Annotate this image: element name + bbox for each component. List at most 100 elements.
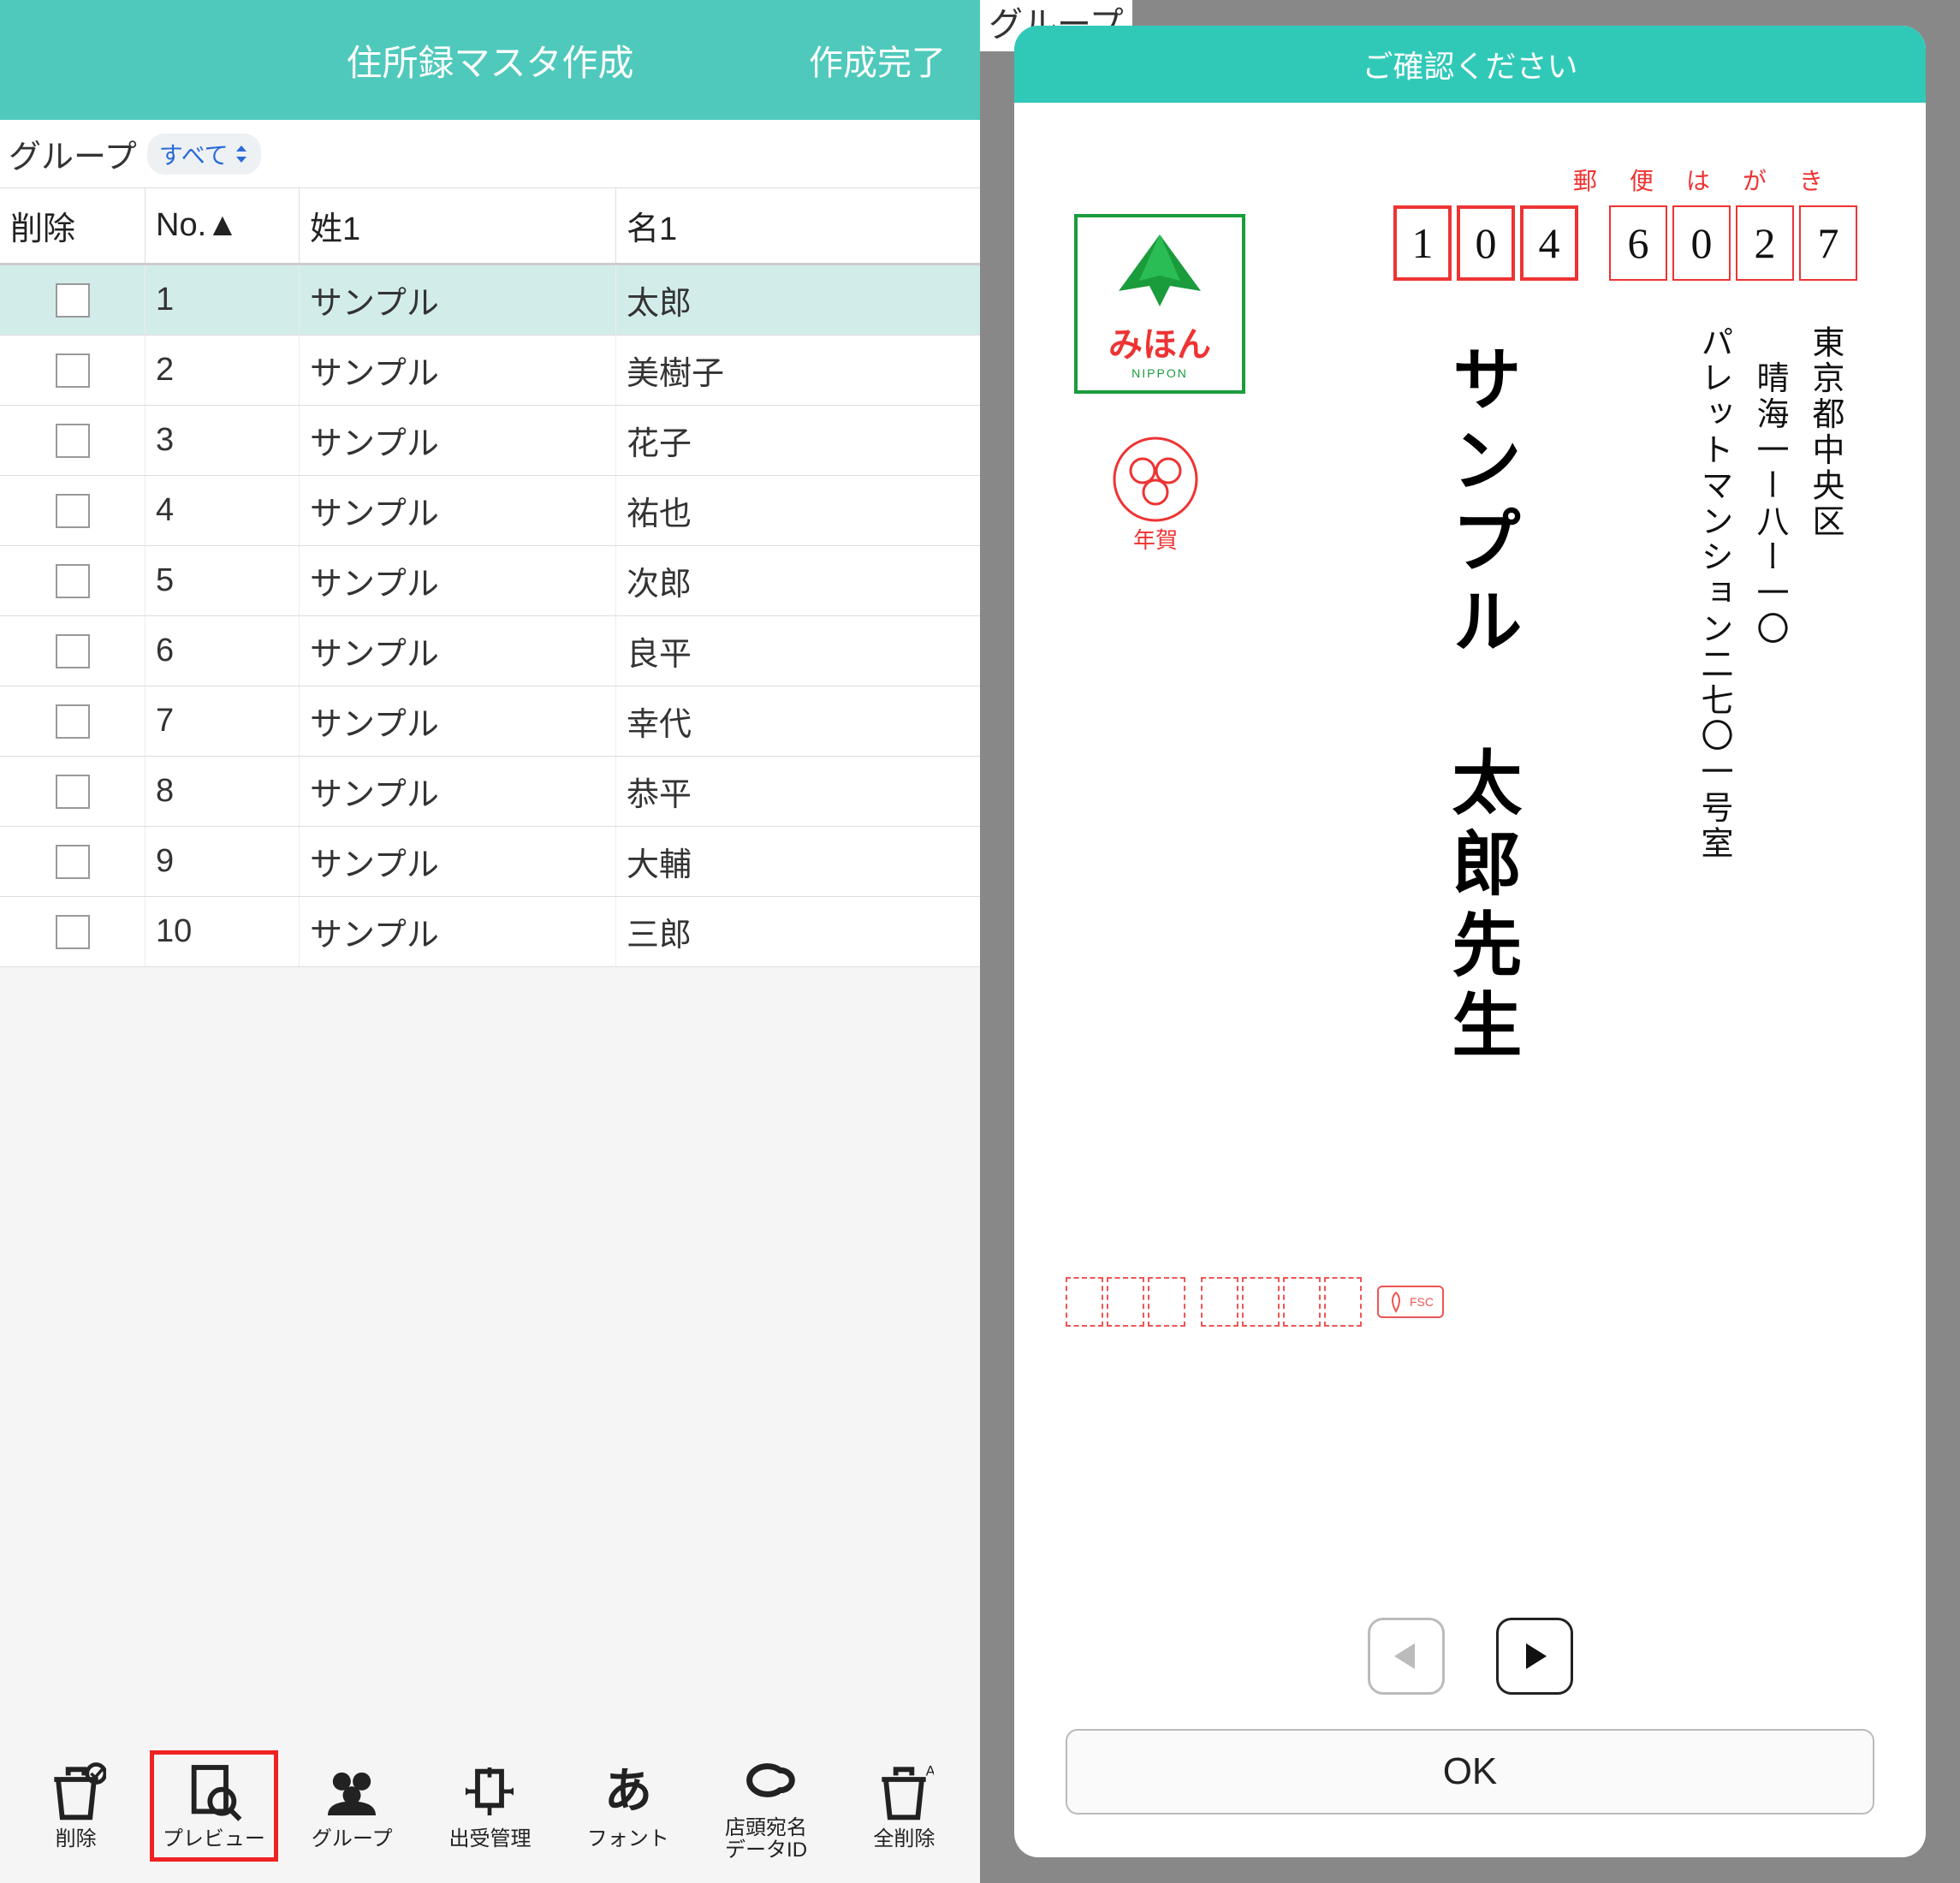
row-sei: サンプル (300, 336, 616, 405)
row-no: 1 (146, 265, 300, 335)
row-mei: 太郎 (616, 265, 980, 335)
checkbox[interactable] (56, 283, 90, 318)
row-sei: サンプル (300, 265, 616, 335)
delete-icon (46, 1761, 106, 1821)
row-sei: サンプル (300, 827, 616, 896)
confirm-modal: ご確認ください 郵便はがき 1046027 東京都中央区 晴海一ー八ー一〇パレッ… (1014, 26, 1926, 1857)
stamp-text: みほん (1108, 317, 1211, 366)
row-no: 3 (146, 406, 300, 475)
done-button[interactable]: 作成完了 (809, 35, 946, 85)
row-mei: 美樹子 (616, 336, 980, 405)
row-sei: サンプル (300, 546, 616, 615)
checkbox[interactable] (56, 915, 90, 949)
updown-icon (234, 144, 249, 164)
row-no: 6 (146, 616, 300, 686)
row-no: 4 (146, 476, 300, 545)
row-checkbox-cell (0, 757, 146, 826)
row-checkbox-cell (0, 476, 146, 545)
postal-label-char: が (1743, 163, 1767, 197)
checkbox[interactable] (56, 845, 90, 879)
sender-postal: FSC (1066, 1277, 1444, 1327)
row-mei: 花子 (616, 406, 980, 475)
postal-digit: 2 (1736, 205, 1794, 281)
postal-label-char: 郵 (1573, 163, 1597, 197)
table-row[interactable]: 2サンプル美樹子 (0, 336, 980, 406)
group-filter-row: グループ すべて (0, 120, 980, 188)
prev-button[interactable] (1368, 1618, 1445, 1695)
svg-text:ALL: ALL (926, 1763, 934, 1779)
table-row[interactable]: 6サンプル良平 (0, 616, 980, 686)
row-mei: 恭平 (616, 757, 980, 826)
crane-icon (1108, 228, 1211, 313)
table-row[interactable]: 3サンプル花子 (0, 406, 980, 476)
postal-digit: 0 (1672, 205, 1731, 281)
checkbox[interactable] (56, 424, 90, 458)
row-checkbox-cell (0, 406, 146, 475)
row-sei: サンプル (300, 476, 616, 545)
table-row[interactable]: 4サンプル祐也 (0, 476, 980, 546)
postal-digit: 1 (1393, 205, 1452, 281)
font-icon: あ (598, 1761, 658, 1821)
history-icon (460, 1761, 520, 1821)
stamp-sub: NIPPON (1131, 366, 1188, 380)
group-select[interactable]: すべて (147, 134, 261, 175)
recipient-address: 東京都中央区 晴海一ー八ー一〇パレットマンション二七〇一号室 (1689, 325, 1849, 862)
postcard-preview: 郵便はがき 1046027 東京都中央区 晴海一ー八ー一〇パレットマンション二七… (1014, 103, 1926, 1601)
col-delete[interactable]: 削除 (0, 188, 146, 263)
checkbox[interactable] (56, 704, 90, 739)
fsc-mark: FSC (1377, 1286, 1444, 1318)
next-button[interactable] (1496, 1618, 1573, 1695)
row-checkbox-cell (0, 686, 146, 756)
toolbar-history-button[interactable]: 出受管理 (425, 1755, 554, 1857)
table-row[interactable]: 7サンプル幸代 (0, 686, 980, 757)
toolbar-label: フォント (587, 1828, 669, 1850)
row-checkbox-cell (0, 897, 146, 966)
row-mei: 大輔 (616, 827, 980, 896)
toolbar-label: 削除 (56, 1828, 97, 1850)
toolbar-font-button[interactable]: あフォント (564, 1755, 692, 1857)
row-mei: 幸代 (616, 686, 980, 756)
checkbox[interactable] (56, 564, 90, 598)
screen-address-list: 住所録マスタ作成 作成完了 グループ すべて 削除 No.▲ 姓1 名1 1サン… (0, 0, 980, 1883)
toolbar-delall-button[interactable]: ALL 全削除 (840, 1755, 968, 1857)
row-checkbox-cell (0, 616, 146, 686)
row-no: 5 (146, 546, 300, 615)
postal-code: 1046027 (1393, 205, 1857, 281)
table-row[interactable]: 10サンプル三郎 (0, 897, 980, 967)
postal-header-label: 郵便はがき (1573, 163, 1823, 197)
screen-preview-modal: グループ ご確認ください 郵便はがき 1046027 東京都中央区 晴海一ー八ー… (980, 0, 1960, 1883)
row-sei: サンプル (300, 616, 616, 686)
toolbar-dataid-button[interactable]: 店頭宛名 データID (702, 1743, 830, 1869)
ok-button[interactable]: OK (1066, 1729, 1874, 1815)
toolbar-group-button[interactable]: グループ (288, 1755, 416, 1857)
checkbox[interactable] (56, 494, 90, 528)
postal-label-char: は (1686, 163, 1710, 197)
row-sei: サンプル (300, 897, 616, 966)
col-mei[interactable]: 名1 (616, 188, 980, 263)
address-line: パレットマンション二七〇一号室 (1689, 325, 1737, 862)
toolbar-delete-button[interactable]: 削除 (12, 1755, 140, 1857)
row-mei: 祐也 (616, 476, 980, 545)
triangle-left-icon (1389, 1639, 1423, 1673)
col-sei[interactable]: 姓1 (300, 188, 616, 263)
group-label: グループ (9, 130, 137, 177)
dataid-icon (736, 1750, 796, 1810)
bottom-toolbar: 削除プレビューグループ出受管理あフォント店頭宛名 データIDALL全削除 (0, 1737, 980, 1866)
table-row[interactable]: 8サンプル恭平 (0, 757, 980, 827)
delall-icon: ALL (874, 1761, 934, 1821)
checkbox[interactable] (56, 775, 90, 809)
triangle-right-icon (1518, 1639, 1552, 1673)
recipient-name: サンプル 太郎先生 (1429, 342, 1531, 1069)
table-row[interactable]: 1サンプル太郎 (0, 265, 980, 336)
table-row[interactable]: 5サンプル次郎 (0, 546, 980, 616)
checkbox[interactable] (56, 634, 90, 668)
row-sei: サンプル (300, 406, 616, 475)
postal-digit: 6 (1609, 205, 1667, 281)
preview-icon (184, 1761, 244, 1821)
col-no[interactable]: No.▲ (146, 188, 300, 263)
toolbar-preview-button[interactable]: プレビュー (150, 1750, 278, 1862)
table-row[interactable]: 9サンプル大輔 (0, 827, 980, 897)
checkbox[interactable] (56, 353, 90, 388)
toolbar-label: 全削除 (873, 1828, 935, 1850)
toolbar-label: プレビュー (163, 1828, 265, 1850)
